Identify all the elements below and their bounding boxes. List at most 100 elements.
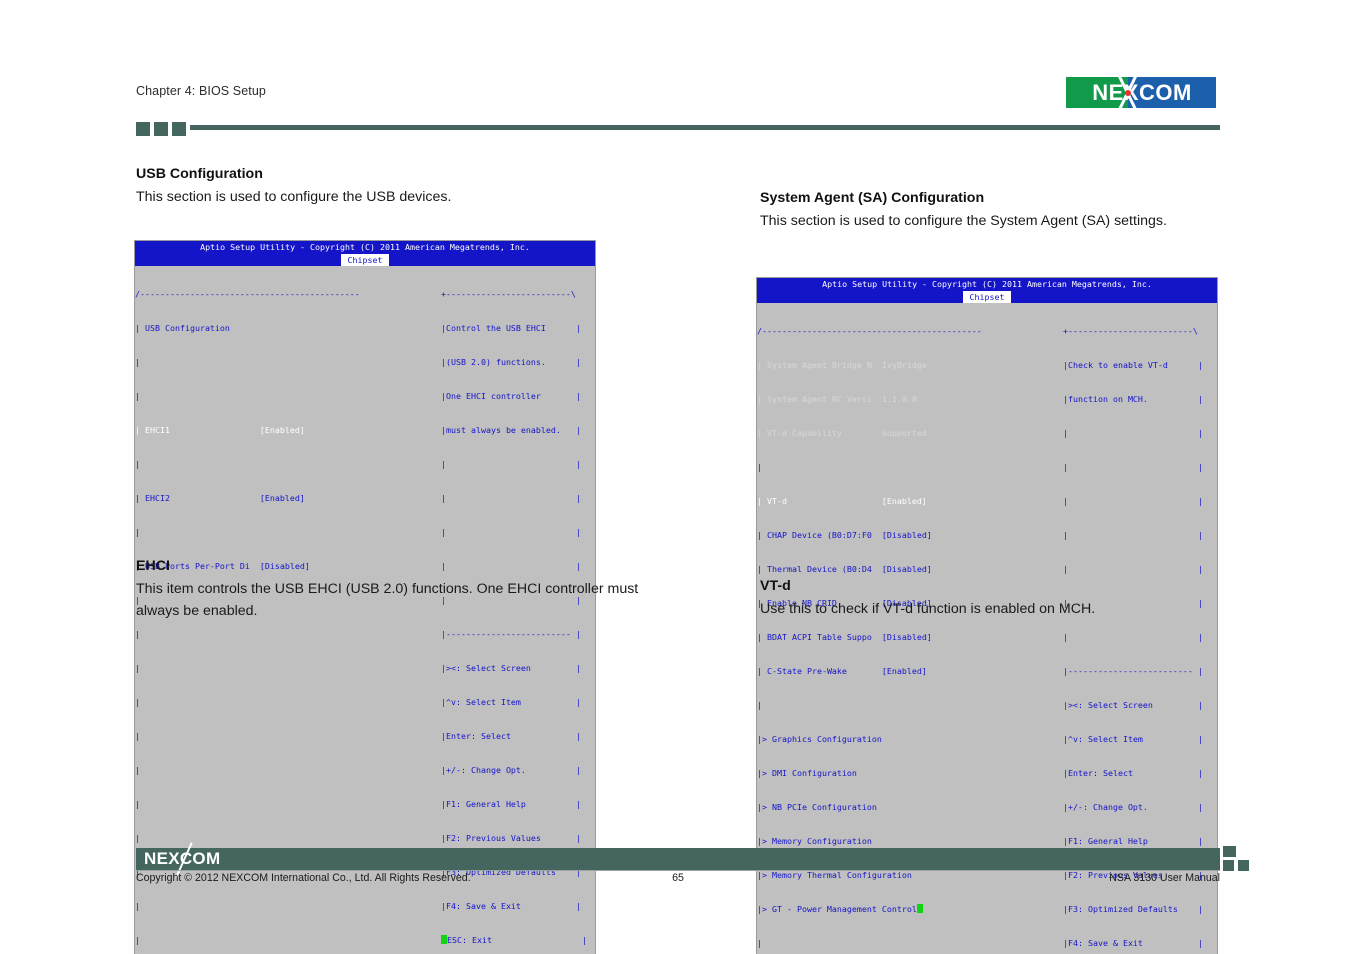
- bios1-rspacer-3: | |: [441, 526, 581, 537]
- bios1-help-divider: |------------------------- |: [441, 629, 581, 639]
- bios1-spacer-2: |: [135, 390, 140, 401]
- bios1-spacer-9: |: [135, 731, 140, 742]
- bios1-key-enter: |Enter: Select |: [441, 731, 581, 742]
- bios2-info-vtd-capability: | VT-d Capability Supported: [757, 427, 927, 438]
- footer-divider-line: [136, 870, 1220, 871]
- bios2-info-bridge: | System Agent Bridge N IvyBridge: [757, 359, 927, 370]
- bios2-key-select-item: |^v: Select Item |: [1063, 734, 1203, 745]
- footer-bar: NEXCOM: [136, 842, 1220, 878]
- bios2-submenu-nb-pcie[interactable]: |> NB PCIe Configuration: [757, 802, 1063, 813]
- bios2-spacer-1: |: [757, 461, 762, 472]
- footer-block-2: [1222, 859, 1235, 872]
- bios2-item-bdat-acpi[interactable]: | BDAT ACPI Table Suppo [Disabled]: [757, 632, 1063, 643]
- bios1-top-border-left: /---------------------------------------…: [135, 288, 360, 299]
- vtd-body: Use this to check if VT-d function is en…: [760, 601, 1096, 618]
- ehci-heading: EHCI: [136, 558, 170, 574]
- bios2-spacer-2: |: [757, 700, 762, 711]
- bios2-key-f4: |F4: Save & Exit |: [1063, 938, 1203, 949]
- usb-config-section: USB Configuration This section is used t…: [136, 164, 656, 209]
- bios1-spacer-11: |: [135, 799, 140, 810]
- bios2-item-cstate-prewake[interactable]: | C-State Pre-Wake [Enabled]: [757, 666, 1063, 677]
- bios1-key-f2: |F2: Previous Values |: [441, 833, 581, 844]
- vtd-heading: VT-d: [760, 578, 791, 594]
- sa-config-heading: System Agent (SA) Configuration: [760, 190, 985, 206]
- bios1-spacer-12: |: [135, 833, 140, 844]
- bios1-titlebar: Aptio Setup Utility - Copyright (C) 2011…: [135, 241, 595, 254]
- bios2-submenu-graphics[interactable]: |> Graphics Configuration: [757, 734, 1063, 745]
- header-square-1: [136, 122, 150, 136]
- logo-wordmark: NEXCOM: [1092, 79, 1192, 105]
- ehci-section: EHCI This item controls the USB EHCI (US…: [136, 556, 656, 623]
- chapter-title: Chapter 4: BIOS Setup: [136, 84, 266, 98]
- footer-manual-title: NSA 3130 User Manual: [1109, 872, 1220, 884]
- bios1-spacer-10: |: [135, 765, 140, 776]
- nexcom-logo-header: NEXCOM: [1065, 76, 1217, 109]
- bios1-help-line-2: |One EHCI controller |: [441, 390, 581, 401]
- bios1-top-border-right: +-------------------------\: [441, 288, 576, 299]
- bios2-help-line-1: |function on MCH. |: [1063, 393, 1203, 404]
- ehci-body: This item controls the USB EHCI (USB 2.0…: [136, 581, 639, 620]
- bios1-help-line-1: |(USB 2.0) functions. |: [441, 356, 581, 367]
- bios1-spacer-15: |: [135, 935, 140, 946]
- bios1-key-select-item: |^v: Select Item |: [441, 697, 581, 708]
- bios2-rspacer-4: | |: [1063, 529, 1203, 540]
- bios2-key-change-opt: |+/-: Change Opt. |: [1063, 802, 1203, 813]
- bios1-key-select-screen: |><: Select Screen |: [441, 663, 581, 674]
- header-divider-line: [190, 125, 1220, 130]
- bios2-rspacer-5: | |: [1063, 563, 1203, 574]
- bios2-item-thermal-device[interactable]: | Thermal Device (B0:D4 [Disabled]: [757, 564, 1063, 575]
- bios1-spacer-6: |: [135, 629, 140, 639]
- bios1-help-line-3: |must always be enabled. |: [441, 424, 581, 435]
- bios2-top-border-left: /---------------------------------------…: [757, 325, 982, 336]
- bios1-key-esc: ESC: Exit |: [441, 935, 595, 946]
- footer-block-3: [1237, 859, 1250, 872]
- bios2-item-chap-device[interactable]: | CHAP Device (B0:D7:F0 [Disabled]: [757, 530, 1063, 541]
- bios2-titlebar: Aptio Setup Utility - Copyright (C) 2011…: [757, 278, 1217, 291]
- footer-block-1: [1222, 845, 1237, 858]
- bios1-section-label: | USB Configuration: [135, 322, 230, 333]
- bios1-spacer-1: |: [135, 356, 140, 367]
- logo-red-dot-icon: [1125, 90, 1131, 96]
- bios1-spacer-3: |: [135, 458, 140, 469]
- bios2-item-vtd[interactable]: | VT-d [Enabled]: [757, 496, 1063, 507]
- bios1-spacer-14: |: [135, 901, 140, 912]
- bios2-submenu-memory[interactable]: |> Memory Configuration: [757, 836, 1063, 847]
- header-square-3: [172, 122, 186, 136]
- bios2-help-divider: |------------------------- |: [1063, 666, 1203, 676]
- bios2-help-line-0: |Check to enable VT-d |: [1063, 359, 1203, 370]
- sa-config-body: This section is used to configure the Sy…: [760, 213, 1167, 230]
- bios2-rspacer-1: | |: [1063, 427, 1203, 438]
- bios1-key-f4: |F4: Save & Exit |: [441, 901, 581, 912]
- bios2-rspacer-3: | |: [1063, 495, 1203, 506]
- bios1-rspacer-1: | |: [441, 458, 581, 469]
- bios2-spacer-3: |: [757, 938, 762, 949]
- usb-config-body: This section is used to configure the US…: [136, 189, 452, 206]
- bios2-key-f3: |F3: Optimized Defaults |: [1063, 904, 1203, 915]
- bios2-submenu-gt-power[interactable]: |> GT - Power Management Control: [757, 904, 1063, 915]
- page-root: Chapter 4: BIOS Setup NEXCOM USB Configu…: [0, 0, 1356, 954]
- bios1-rspacer-2: | |: [441, 492, 581, 503]
- bios1-spacer-8: |: [135, 697, 140, 708]
- header-rule: [136, 122, 1220, 136]
- bios2-key-f1: |F1: General Help |: [1063, 836, 1203, 847]
- footer-decoration-blocks: [1222, 845, 1262, 873]
- bios1-key-change-opt: |+/-: Change Opt. |: [441, 765, 581, 776]
- bios2-rspacer-7: | |: [1063, 631, 1203, 642]
- vtd-section: VT-d Use this to check if VT-d function …: [760, 576, 1280, 621]
- bios2-info-rc-version: | System Agent RC Versi 1.1.0.0: [757, 393, 917, 404]
- bios1-item-ehci2[interactable]: | EHCI2 [Enabled]: [135, 493, 441, 504]
- bios1-tabrow: Chipset: [135, 254, 595, 266]
- bios1-help-line-0: |Control the USB EHCI |: [441, 322, 581, 333]
- usb-config-heading: USB Configuration: [136, 166, 263, 182]
- bios2-top-border-right: +-------------------------\: [1063, 325, 1198, 336]
- bios2-key-enter: |Enter: Select |: [1063, 768, 1203, 779]
- bios2-cursor-block: [916, 904, 923, 914]
- bios2-submenu-dmi[interactable]: |> DMI Configuration: [757, 768, 1063, 779]
- bios1-item-ehci1[interactable]: | EHCI1 [Enabled]: [135, 425, 441, 436]
- bios1-spacer-4: |: [135, 526, 140, 537]
- bios2-tab-chipset[interactable]: Chipset: [962, 291, 1012, 303]
- bios1-tab-chipset[interactable]: Chipset: [340, 254, 390, 266]
- bios2-rspacer-2: | |: [1063, 461, 1203, 472]
- header-square-2: [154, 122, 168, 136]
- sa-config-section: System Agent (SA) Configuration This sec…: [760, 188, 1280, 233]
